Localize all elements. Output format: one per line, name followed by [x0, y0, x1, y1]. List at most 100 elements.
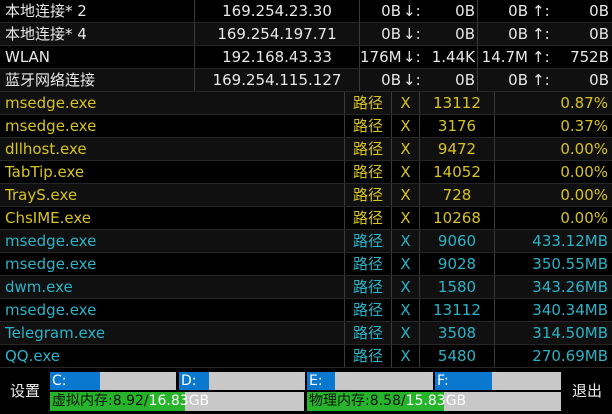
- download-speed: 0B: [423, 69, 478, 91]
- path-button[interactable]: 路径: [345, 207, 392, 229]
- memory-process-row[interactable]: QQ.exe 路径 X 5480 270.69MB: [0, 345, 612, 368]
- process-usage: 433.12MB: [532, 232, 608, 250]
- kill-button[interactable]: X: [392, 322, 420, 344]
- network-row[interactable]: WLAN 192.168.43.33 176M ↓: 1.44K 14.7M ↑: 752B: [0, 46, 612, 69]
- kill-button[interactable]: X: [392, 184, 420, 206]
- process-name: TrayS.exe: [0, 184, 345, 206]
- network-row[interactable]: 本地连接* 2 169.254.23.30 0B ↓: 0B 0B ↑: 0B: [0, 0, 612, 23]
- path-button[interactable]: 路径: [345, 138, 392, 160]
- cpu-process-row[interactable]: msedge.exe 路径 X 3176 0.37%: [0, 115, 612, 138]
- process-usage: 0.00%: [560, 140, 608, 158]
- ip-address: 169.254.23.30: [195, 0, 360, 22]
- cpu-process-row[interactable]: TabTip.exe 路径 X 14052 0.00%: [0, 161, 612, 184]
- download-speed: 0B: [423, 0, 478, 22]
- physical-memory-used: 物理内存:8.58/: [309, 393, 406, 409]
- process-usage: 350.55MB: [532, 255, 608, 273]
- memory-process-row[interactable]: Telegram.exe 路径 X 3508 314.50MB: [0, 322, 612, 345]
- process-name: msedge.exe: [0, 299, 345, 321]
- disk-d-label: D:: [181, 373, 197, 389]
- cpu-process-row[interactable]: dllhost.exe 路径 X 9472 0.00%: [0, 138, 612, 161]
- kill-button[interactable]: X: [392, 115, 420, 137]
- process-pid: 9472: [420, 138, 495, 160]
- upload-arrow-icon: ↑:: [532, 71, 550, 89]
- process-name: dllhost.exe: [0, 138, 345, 160]
- physical-memory-bar[interactable]: 物理内存:8.58/15.83GB: [307, 392, 561, 411]
- disk-f-bar[interactable]: F:: [435, 372, 561, 390]
- kill-button[interactable]: X: [392, 207, 420, 229]
- disk-d-bar[interactable]: D:: [179, 372, 305, 390]
- total-received: 0B: [381, 25, 401, 43]
- path-button[interactable]: 路径: [345, 299, 392, 321]
- disk-e-label: E:: [309, 373, 323, 389]
- total-received: 0B: [381, 71, 401, 89]
- total-sent: 14.7M: [481, 48, 528, 66]
- memory-process-row[interactable]: msedge.exe 路径 X 9060 433.12MB: [0, 230, 612, 253]
- kill-button[interactable]: X: [392, 276, 420, 298]
- upload-arrow-icon: ↑:: [532, 48, 550, 66]
- kill-button[interactable]: X: [392, 138, 420, 160]
- virtual-memory-bar[interactable]: 虚拟内存:8.92/16.83GB: [50, 392, 304, 411]
- cpu-process-row[interactable]: msedge.exe 路径 X 13112 0.87%: [0, 92, 612, 115]
- total-received: 0B: [381, 2, 401, 20]
- path-button[interactable]: 路径: [345, 92, 392, 114]
- download-arrow-icon: ↓:: [403, 2, 421, 20]
- memory-process-row[interactable]: msedge.exe 路径 X 9028 350.55MB: [0, 253, 612, 276]
- process-pid: 3508: [420, 322, 495, 344]
- total-sent: 0B: [508, 71, 528, 89]
- upload-arrow-icon: ↑:: [532, 25, 550, 43]
- path-button[interactable]: 路径: [345, 322, 392, 344]
- adapter-name: 本地连接* 2: [0, 0, 195, 22]
- network-row[interactable]: 蓝牙网络连接 169.254.115.127 0B ↓: 0B 0B ↑: 0B: [0, 69, 612, 92]
- kill-button[interactable]: X: [392, 253, 420, 275]
- path-button[interactable]: 路径: [345, 230, 392, 252]
- upload-speed: 752B: [570, 48, 609, 66]
- kill-button[interactable]: X: [392, 299, 420, 321]
- cpu-process-row[interactable]: TrayS.exe 路径 X 728 0.00%: [0, 184, 612, 207]
- kill-button[interactable]: X: [392, 92, 420, 114]
- process-usage: 340.34MB: [532, 301, 608, 319]
- memory-process-row[interactable]: dwm.exe 路径 X 1580 343.26MB: [0, 276, 612, 299]
- path-button[interactable]: 路径: [345, 253, 392, 275]
- process-pid: 1580: [420, 276, 495, 298]
- cpu-process-row[interactable]: ChsIME.exe 路径 X 10268 0.00%: [0, 207, 612, 230]
- path-button[interactable]: 路径: [345, 115, 392, 137]
- process-pid: 13112: [420, 92, 495, 114]
- process-name: msedge.exe: [0, 92, 345, 114]
- process-pid: 10268: [420, 207, 495, 229]
- physical-memory-total: 15.83GB: [405, 393, 467, 409]
- process-usage: 343.26MB: [532, 278, 608, 296]
- process-pid: 3176: [420, 115, 495, 137]
- process-name: msedge.exe: [0, 230, 345, 252]
- settings-button[interactable]: 设置: [0, 369, 50, 414]
- kill-button[interactable]: X: [392, 161, 420, 183]
- download-speed: 1.44K: [423, 46, 478, 68]
- total-sent: 0B: [508, 25, 528, 43]
- disk-c-bar[interactable]: C:: [50, 372, 176, 390]
- disk-f-label: F:: [437, 373, 449, 389]
- disk-e-bar[interactable]: E:: [307, 372, 433, 390]
- path-button[interactable]: 路径: [345, 184, 392, 206]
- upload-speed: 0B: [589, 71, 609, 89]
- memory-process-row[interactable]: msedge.exe 路径 X 13112 340.34MB: [0, 299, 612, 322]
- total-sent: 0B: [508, 2, 528, 20]
- download-arrow-icon: ↓:: [403, 25, 421, 43]
- process-usage: 0.87%: [560, 94, 608, 112]
- process-usage: 0.37%: [560, 117, 608, 135]
- upload-speed: 0B: [589, 25, 609, 43]
- process-pid: 14052: [420, 161, 495, 183]
- kill-button[interactable]: X: [392, 345, 420, 367]
- process-name: dwm.exe: [0, 276, 345, 298]
- download-speed: 0B: [423, 23, 478, 45]
- process-name: TabTip.exe: [0, 161, 345, 183]
- path-button[interactable]: 路径: [345, 161, 392, 183]
- exit-button[interactable]: 退出: [562, 369, 612, 414]
- virtual-memory-total: 16.83GB: [148, 393, 210, 409]
- bottom-bar: 设置 退出 C: D: E: F: 虚拟内存:8.92/16.83GB 物理内存…: [0, 369, 612, 414]
- process-name: msedge.exe: [0, 115, 345, 137]
- ip-address: 169.254.197.71: [195, 23, 360, 45]
- path-button[interactable]: 路径: [345, 276, 392, 298]
- network-row[interactable]: 本地连接* 4 169.254.197.71 0B ↓: 0B 0B ↑: 0B: [0, 23, 612, 46]
- kill-button[interactable]: X: [392, 230, 420, 252]
- adapter-name: 本地连接* 4: [0, 23, 195, 45]
- path-button[interactable]: 路径: [345, 345, 392, 367]
